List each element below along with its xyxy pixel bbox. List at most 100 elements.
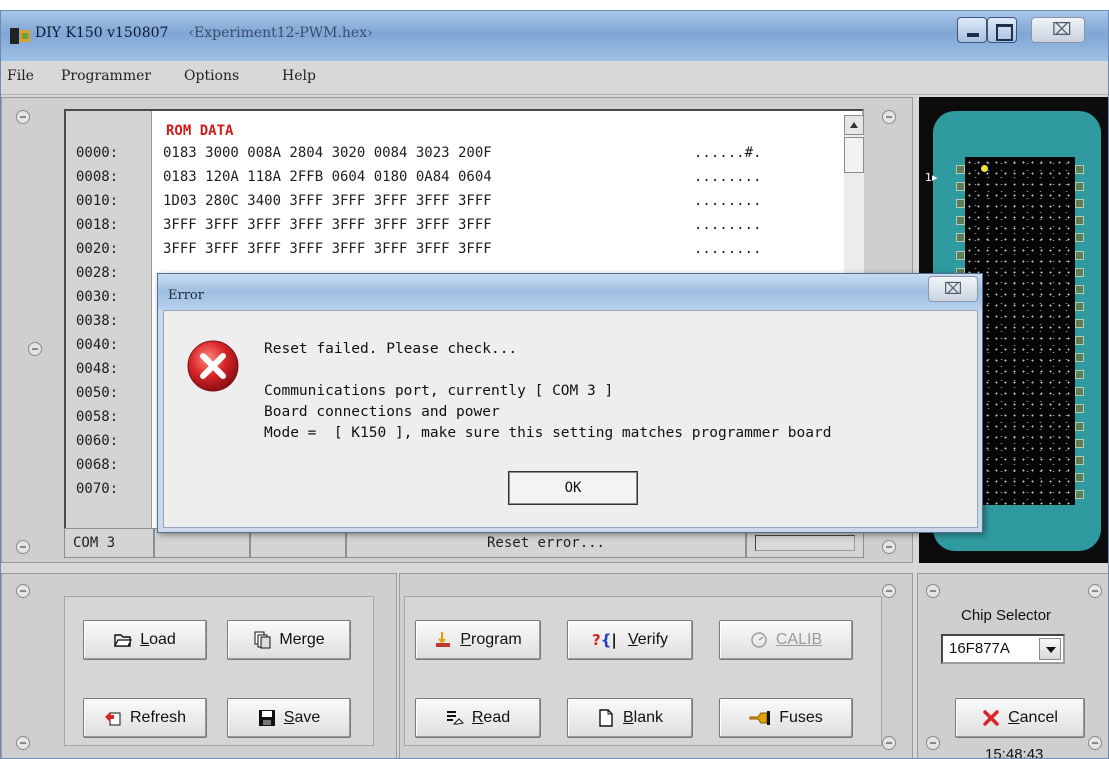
fuses-button[interactable]: Fuses (719, 698, 853, 738)
splitter-knob[interactable] (882, 540, 896, 554)
load-button[interactable]: Load (83, 620, 207, 660)
title-bar[interactable]: DIY K150 v150807 ‹Experiment12-PWM.hex› ⌧ (1, 11, 1108, 61)
error-message-line: Reset failed. Please check... (264, 341, 518, 357)
rom-row: 0008: 0183 120A 118A 2FFB 0604 0180 0A84 … (66, 169, 836, 191)
rom-address: 0050: (76, 385, 119, 401)
rom-address: 0040: (76, 337, 119, 353)
socket-pin (1075, 438, 1084, 448)
chip-selector-dropdown[interactable]: 16F877A (941, 634, 1065, 664)
chip-selected-value: 16F877A (949, 640, 1010, 657)
program-button[interactable]: Program (415, 620, 541, 660)
window-title: DIY K150 v150807 ‹Experiment12-PWM.hex› (35, 25, 373, 41)
socket-pin (1075, 165, 1084, 174)
document-title: ‹Experiment12-PWM.hex› (188, 25, 373, 41)
splitter-knob[interactable] (882, 584, 896, 598)
pin1-marker-icon (981, 165, 988, 172)
rom-hex-words: 1D03 280C 3400 3FFF 3FFF 3FFF 3FFF 3FFF (163, 193, 492, 209)
error-detail-board: Board connections and power (264, 404, 500, 420)
socket-pin (1075, 267, 1084, 277)
splitter-knob[interactable] (926, 736, 940, 750)
socket-pin (1075, 216, 1084, 226)
splitter-knob[interactable] (16, 736, 30, 750)
error-detail-port: Communications port, currently [ COM 3 ] (264, 383, 614, 399)
rom-row: 0010: 1D03 280C 3400 3FFF 3FFF 3FFF 3FFF … (66, 193, 836, 215)
refresh-button[interactable]: Refresh (83, 698, 207, 738)
rom-address: 0008: (76, 169, 119, 185)
menu-bar: File Programmer Options Help (1, 61, 1108, 95)
merge-button[interactable]: Merge (227, 620, 351, 660)
ok-button[interactable]: OK (508, 471, 638, 505)
socket-pin (1075, 353, 1084, 363)
calib-label: CALIB (775, 631, 823, 648)
minimize-button[interactable] (957, 17, 987, 43)
socket-pin (1075, 370, 1084, 380)
rom-address: 0038: (76, 313, 119, 329)
menu-help[interactable]: Help (282, 68, 316, 84)
splitter-knob[interactable] (28, 342, 42, 356)
floppy-disk-icon (258, 710, 275, 726)
save-button[interactable]: Save (227, 698, 351, 738)
menu-programmer[interactable]: Programmer (61, 68, 151, 84)
socket-pin (1075, 387, 1084, 397)
window-close-button[interactable]: ⌧ (1031, 17, 1085, 43)
close-icon: ⌧ (943, 279, 963, 298)
rom-address: 0058: (76, 409, 119, 425)
status-port: COM 3 (64, 528, 154, 558)
socket-pin (956, 233, 965, 243)
splitter-knob[interactable] (1088, 736, 1102, 750)
socket-pin (1075, 404, 1084, 414)
scroll-up-arrow-icon[interactable] (844, 115, 864, 135)
socket-pin (1075, 250, 1084, 260)
rom-address: 0028: (76, 265, 119, 281)
dialog-body: Reset failed. Please check... Communicat… (163, 310, 978, 528)
cancel-button[interactable]: Cancel (955, 698, 1085, 738)
splitter-knob[interactable] (16, 540, 30, 554)
save-label: Save (283, 709, 321, 726)
folder-open-icon (114, 634, 133, 647)
chevron-down-icon[interactable] (1039, 638, 1061, 660)
rom-ascii: ......#. (694, 145, 762, 161)
socket-pin (956, 250, 965, 260)
cancel-label: Cancel (1008, 709, 1058, 726)
splitter-knob[interactable] (16, 584, 30, 598)
read-button[interactable]: Read (415, 698, 541, 738)
menu-file[interactable]: File (7, 68, 34, 84)
rom-address: 0020: (76, 241, 119, 257)
socket-pin (1075, 318, 1084, 328)
red-x-icon (983, 710, 999, 726)
socket-pin (1075, 199, 1084, 209)
fuses-label: Fuses (779, 709, 823, 726)
read-icon (446, 711, 464, 725)
verify-label: Verify (627, 631, 669, 648)
app-chip-icon (10, 28, 30, 44)
splitter-knob[interactable] (926, 584, 940, 598)
rom-address: 0060: (76, 433, 119, 449)
socket-pin (1075, 301, 1084, 311)
splitter-knob[interactable] (882, 736, 896, 750)
menu-options[interactable]: Options (184, 68, 239, 84)
scroll-thumb[interactable] (844, 137, 864, 173)
rom-row: 0000: 0183 3000 008A 2804 3020 0084 3023 … (66, 145, 836, 167)
error-detail-mode: Mode = [ K150 ], make sure this setting … (264, 425, 832, 441)
maximize-button[interactable] (987, 17, 1017, 43)
program-chip-icon (436, 632, 451, 647)
calib-button[interactable]: CALIB (719, 620, 853, 660)
chip-selector-label: Chip Selector (961, 607, 1052, 624)
dialog-close-button[interactable]: ⌧ (928, 276, 978, 302)
socket-pin (1075, 421, 1084, 431)
splitter-knob[interactable] (882, 110, 896, 124)
rom-ascii: ........ (694, 193, 762, 209)
rom-hex-words: 0183 120A 118A 2FFB 0604 0180 0A84 0604 (163, 169, 492, 185)
dialog-title-bar[interactable]: Error ⌧ (158, 274, 982, 310)
error-icon (187, 340, 239, 392)
verify-button[interactable]: ?{| Verify (567, 620, 693, 660)
splitter-knob[interactable] (16, 110, 30, 124)
blank-button[interactable]: Blank (567, 698, 693, 738)
blank-page-icon (599, 709, 613, 727)
load-label: Load (140, 631, 176, 648)
close-icon: ⌧ (1052, 20, 1072, 40)
blank-label: Blank (622, 709, 664, 726)
splitter-knob[interactable] (1088, 584, 1102, 598)
rom-ascii: ........ (694, 241, 762, 257)
socket-pin (1075, 284, 1084, 294)
